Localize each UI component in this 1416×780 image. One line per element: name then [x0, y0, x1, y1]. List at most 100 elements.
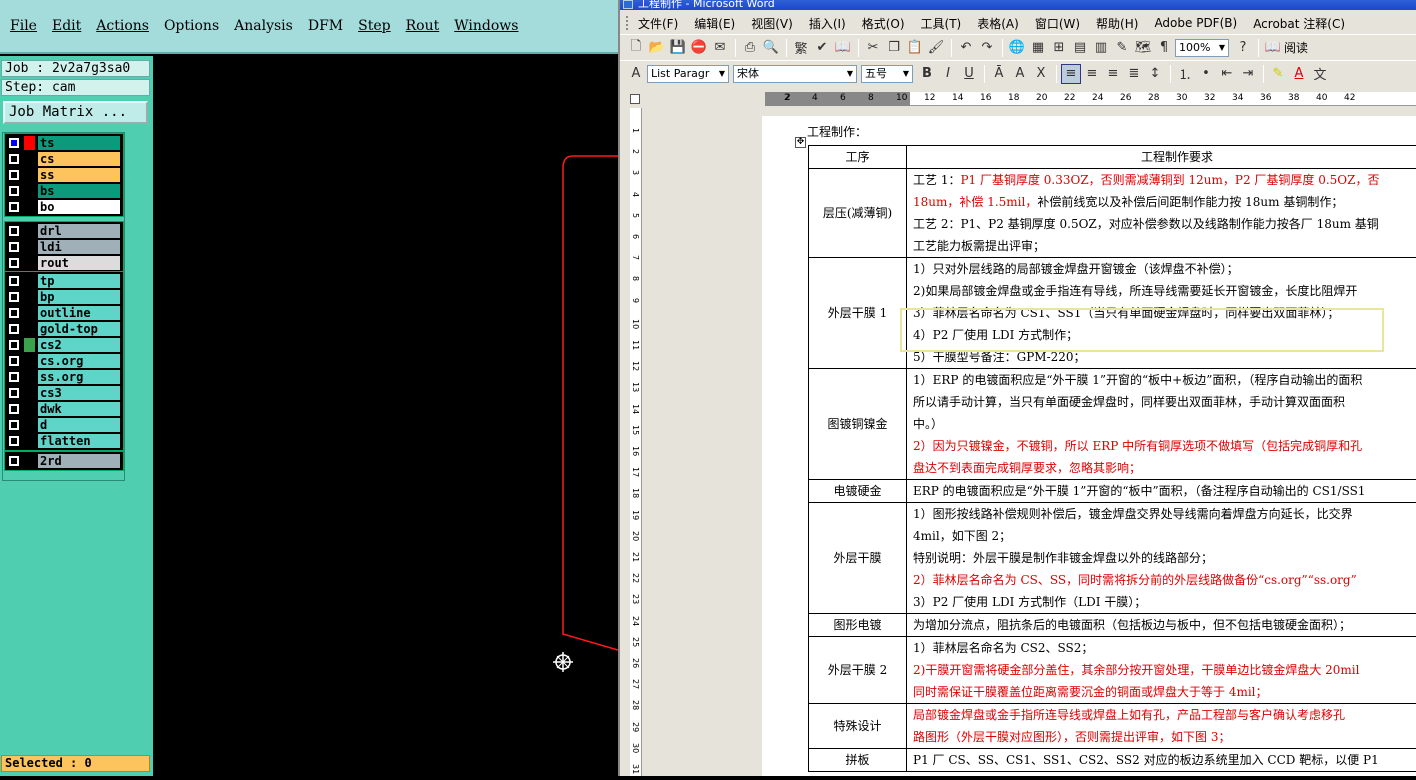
word-menu-item[interactable]: 视图(V)	[751, 15, 793, 32]
open-folder-icon[interactable]: 📂	[647, 38, 667, 58]
job-matrix-button[interactable]: Job Matrix ...	[3, 101, 148, 124]
word-menu-item[interactable]: 表格(A)	[977, 15, 1019, 32]
process-name-cell[interactable]: 层压(减薄铜)	[809, 169, 907, 258]
layer-checkbox[interactable]	[9, 138, 19, 148]
hyperlink-icon[interactable]: 🌐	[1007, 38, 1027, 58]
layer-checkbox[interactable]	[9, 292, 19, 302]
layer-checkbox[interactable]	[9, 154, 19, 164]
cam-menu-analysis[interactable]: Analysis	[234, 18, 293, 34]
italic-icon[interactable]: I	[938, 64, 958, 84]
layer-checkbox[interactable]	[9, 372, 19, 382]
cam-menu-step[interactable]: Step	[358, 18, 390, 34]
layer-row-cs2[interactable]: cs2	[5, 337, 123, 353]
layer-name[interactable]: ss	[38, 168, 120, 182]
cam-menu-dfm[interactable]: DFM	[308, 18, 343, 34]
cam-menu-windows[interactable]: Windows	[454, 18, 518, 34]
layer-row-ts[interactable]: ts	[5, 135, 123, 151]
char-scaling-icon[interactable]: X	[1031, 64, 1051, 84]
char-border-icon[interactable]: Ā	[989, 64, 1009, 84]
process-name-cell[interactable]: 拼板	[809, 749, 907, 772]
cam-menu-rout[interactable]: Rout	[406, 18, 440, 34]
char-shading-icon[interactable]: A	[1010, 64, 1030, 84]
new-document-icon[interactable]: 🗋	[626, 38, 646, 58]
tab-selector[interactable]	[630, 94, 640, 104]
requirement-cell[interactable]: 1）图形按线路补偿规则补偿后，镀金焊盘交界处导线需向着焊盘方向延长，比交界4mi…	[907, 503, 1416, 614]
horizontal-ruler[interactable]: 224681012141618202224262830323436384042	[765, 92, 1416, 106]
layer-row-cs3[interactable]: cs3	[5, 385, 123, 401]
undo-icon[interactable]: ↶	[956, 38, 976, 58]
font-color-icon[interactable]: A	[1289, 64, 1309, 84]
layer-name[interactable]: cs.org	[38, 354, 120, 368]
layer-name[interactable]: dwk	[38, 402, 120, 416]
numbering-icon[interactable]: ⒈	[1175, 64, 1195, 84]
vertical-ruler[interactable]: 1234567891011121314151617181920212223242…	[630, 108, 642, 776]
requirement-cell[interactable]: 1）只对外层线路的局部镀金焊盘开窗镀金（该焊盘不补偿）；2)如果局部镀金焊盘或金…	[907, 258, 1416, 369]
layer-row-drl[interactable]: drl	[5, 223, 123, 239]
word-menu-item[interactable]: 编辑(E)	[694, 15, 735, 32]
save-icon[interactable]: 💾	[668, 38, 688, 58]
format-painter-icon[interactable]: 🖌	[926, 38, 946, 58]
process-name-cell[interactable]: 外层干膜 1	[809, 258, 907, 369]
layer-name[interactable]: bo	[38, 200, 120, 214]
bullets-icon[interactable]: •	[1196, 64, 1216, 84]
font-combo[interactable]: 宋体▼	[733, 65, 857, 83]
word-menu-item[interactable]: Acrobat 注释(C)	[1253, 15, 1345, 32]
layer-name[interactable]: tp	[38, 274, 120, 288]
layer-checkbox[interactable]	[9, 456, 19, 466]
insert-table-icon[interactable]: ⊞	[1049, 38, 1069, 58]
layer-name[interactable]: 2rd	[38, 454, 120, 468]
layer-row-flatten[interactable]: flatten	[5, 433, 123, 449]
layer-checkbox[interactable]	[9, 226, 19, 236]
layer-row-ldi[interactable]: ldi	[5, 239, 123, 255]
layer-row-cs.org[interactable]: cs.org	[5, 353, 123, 369]
layer-checkbox[interactable]	[9, 404, 19, 414]
layer-checkbox[interactable]	[9, 420, 19, 430]
layer-checkbox[interactable]	[9, 324, 19, 334]
read-icon[interactable]: 📖	[1263, 38, 1283, 58]
layer-name[interactable]: cs2	[38, 338, 120, 352]
layer-row-ss.org[interactable]: ss.org	[5, 369, 123, 385]
layer-row-bp[interactable]: bp	[5, 289, 123, 305]
layer-row-gold-top[interactable]: gold-top	[5, 321, 123, 337]
layer-checkbox[interactable]	[9, 242, 19, 252]
layer-name[interactable]: bs	[38, 184, 120, 198]
layer-checkbox[interactable]	[9, 258, 19, 268]
styles-icon[interactable]: A	[626, 64, 646, 84]
layer-checkbox[interactable]	[9, 436, 19, 446]
align-center-icon[interactable]: ≡	[1082, 64, 1102, 84]
layer-name[interactable]: ts	[38, 136, 120, 150]
read-button[interactable]: 阅读	[1284, 39, 1308, 56]
cam-menu-edit[interactable]: Edit	[52, 18, 81, 34]
redo-icon[interactable]: ↷	[977, 38, 997, 58]
layer-row-2rd[interactable]: 2rd	[5, 453, 123, 469]
table-move-handle-icon[interactable]: ✥	[795, 137, 806, 148]
layer-checkbox[interactable]	[9, 388, 19, 398]
layer-row-dwk[interactable]: dwk	[5, 401, 123, 417]
layer-checkbox[interactable]	[9, 356, 19, 366]
layer-name[interactable]: flatten	[38, 434, 120, 448]
align-right-icon[interactable]: ≡	[1103, 64, 1123, 84]
layer-checkbox[interactable]	[9, 186, 19, 196]
underline-icon[interactable]: U	[959, 64, 979, 84]
align-justify-icon[interactable]: ≡	[1061, 64, 1081, 84]
document-page[interactable]: 工程制作： ✥ 工序工程制作要求层压(减薄铜)工艺 1：P1 厂基铜厚度 0.3…	[762, 116, 1416, 776]
layer-row-d[interactable]: d	[5, 417, 123, 433]
print-icon[interactable]: ⎙	[740, 38, 760, 58]
word-menu-item[interactable]: 帮助(H)	[1096, 15, 1138, 32]
layer-name[interactable]: ldi	[38, 240, 120, 254]
help-icon[interactable]: ?	[1233, 38, 1253, 58]
increase-indent-icon[interactable]: ⇥	[1238, 64, 1258, 84]
layer-checkbox[interactable]	[9, 170, 19, 180]
requirement-cell[interactable]: P1 厂 CS、SS、CS1、SS1、CS2、SS2 对应的板边系统里加入 CC…	[907, 749, 1416, 772]
layer-row-outline[interactable]: outline	[5, 305, 123, 321]
columns-icon[interactable]: ▥	[1091, 38, 1111, 58]
cam-menu-options[interactable]: Options	[164, 18, 219, 34]
align-distributed-icon[interactable]: ≣	[1124, 64, 1144, 84]
word-menu-item[interactable]: Adobe PDF(B)	[1154, 16, 1237, 30]
document-map-icon[interactable]: 🗺	[1133, 38, 1153, 58]
graphic-canvas[interactable]	[153, 56, 618, 776]
layer-row-ss[interactable]: ss	[5, 167, 123, 183]
drawing-icon[interactable]: ✎	[1112, 38, 1132, 58]
requirement-cell[interactable]: 1）菲林层名命名为 CS2、SS2；2)干膜开窗需将硬金部分盖住，其余部分按开窗…	[907, 637, 1416, 704]
tables-borders-icon[interactable]: ▦	[1028, 38, 1048, 58]
